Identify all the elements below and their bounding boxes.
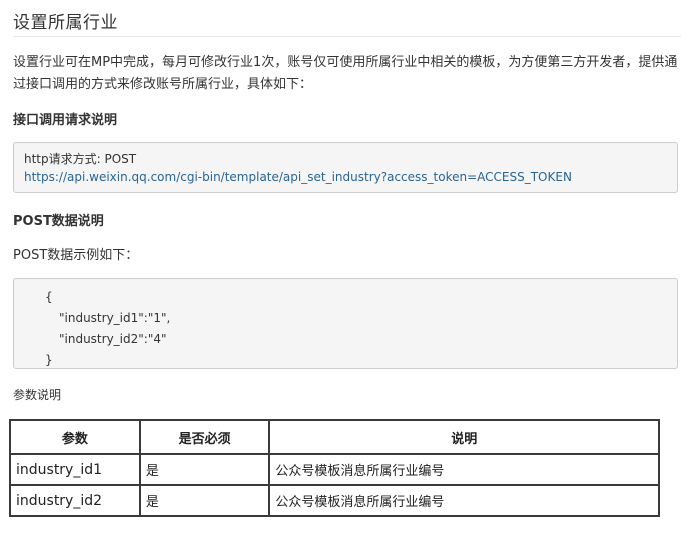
request-code-block: http请求方式: POST https://api.weixin.qq.com… xyxy=(13,142,678,193)
page-title: 设置所属行业 xyxy=(13,13,118,33)
title-divider xyxy=(13,36,681,37)
request-method: http请求方式: POST xyxy=(24,152,137,166)
param-description-cell: 公众号模板消息所属行业编号 xyxy=(268,453,660,486)
table-header-row: 参数 是否必须 说明 xyxy=(9,419,660,455)
post-data-subheading: POST数据示例如下： xyxy=(13,248,139,263)
header-cell-description: 说明 xyxy=(268,419,660,455)
table-row: industry_id2 是 公众号模板消息所属行业编号 xyxy=(9,484,660,517)
header-cell-param: 参数 xyxy=(9,419,141,455)
json-line: "industry_id2":"4" xyxy=(59,332,167,346)
param-description-cell: 公众号模板消息所属行业编号 xyxy=(268,484,660,517)
request-heading: 接口调用请求说明 xyxy=(13,113,118,128)
json-line: } xyxy=(45,353,53,367)
json-line: { xyxy=(45,290,53,304)
params-label: 参数说明 xyxy=(13,388,62,402)
param-name-cell: industry_id1 xyxy=(9,453,141,486)
param-required-cell: 是 xyxy=(138,453,271,486)
intro-paragraph: 设置行业可在MP中完成，每月可修改行业1次，账号仅可使用所属行业中相关的模板，为… xyxy=(13,55,678,92)
request-url: https://api.weixin.qq.com/cgi-bin/templa… xyxy=(24,170,572,184)
param-required-cell: 是 xyxy=(138,484,271,517)
params-table: 参数 是否必须 说明 industry_id1 是 公众号模板消息所属行业编号 … xyxy=(9,419,660,517)
json-example-block: { "industry_id1":"1", "industry_id2":"4"… xyxy=(13,278,678,369)
header-cell-required: 是否必须 xyxy=(138,419,271,455)
json-line: "industry_id1":"1", xyxy=(59,311,171,325)
param-name-cell: industry_id2 xyxy=(9,484,141,517)
table-row: industry_id1 是 公众号模板消息所属行业编号 xyxy=(9,453,660,486)
post-data-heading: POST数据说明 xyxy=(13,214,104,229)
